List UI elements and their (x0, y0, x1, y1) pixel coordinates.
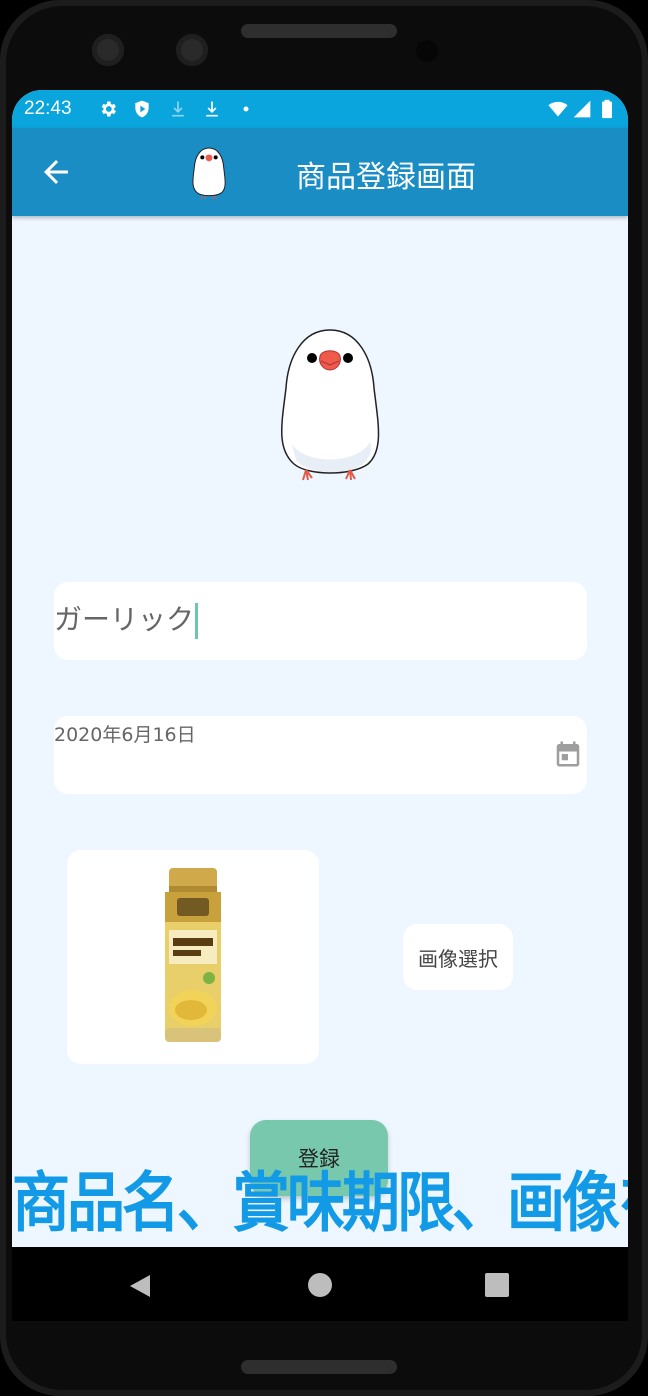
gear-icon (101, 101, 116, 117)
expiry-date-value: 2020年6月16日 (54, 724, 196, 746)
product-name-input[interactable]: ガーリック (54, 582, 587, 660)
front-sensor (92, 34, 124, 66)
caption-overlay: 商品名、賞味期限、画像を登録しよう！ (12, 1164, 628, 1241)
nav-recents-icon[interactable] (485, 1273, 509, 1297)
product-image-preview (67, 850, 319, 1064)
expiry-date-input[interactable]: 2020年6月16日 (54, 716, 587, 794)
product-name-value: ガーリック (54, 598, 199, 639)
java-sparrow-logo (192, 147, 226, 199)
app-screen: 22:43 商品登録画面 ガーリック 2020年6月16日 画像選択 登録 商品… (12, 90, 628, 1321)
text-cursor (195, 603, 199, 639)
wifi-icon (548, 101, 568, 117)
nav-home-icon[interactable] (308, 1273, 332, 1297)
bottom-speaker (241, 1360, 397, 1374)
garlic-spice-bottle-image (165, 868, 221, 1042)
app-bar: 商品登録画面 (12, 128, 628, 216)
status-bar: 22:43 (12, 90, 628, 128)
status-time: 22:43 (24, 98, 72, 119)
proximity-sensor (416, 40, 438, 62)
select-image-button[interactable]: 画像選択 (403, 924, 513, 990)
arrow-back-icon[interactable] (38, 154, 74, 190)
front-camera (176, 34, 208, 66)
shield-play-icon (135, 100, 149, 118)
signal-icon (573, 100, 591, 118)
nav-back-icon[interactable] (128, 1273, 152, 1299)
earpiece-speaker (241, 24, 397, 38)
page-title: 商品登録画面 (296, 160, 476, 195)
dot-icon (243, 106, 249, 112)
download-icon (206, 101, 218, 117)
battery-icon (602, 99, 612, 119)
navigation-bar (12, 1247, 628, 1321)
java-sparrow-illustration (281, 329, 380, 481)
download-icon (172, 101, 184, 117)
calendar-icon[interactable] (553, 738, 583, 770)
